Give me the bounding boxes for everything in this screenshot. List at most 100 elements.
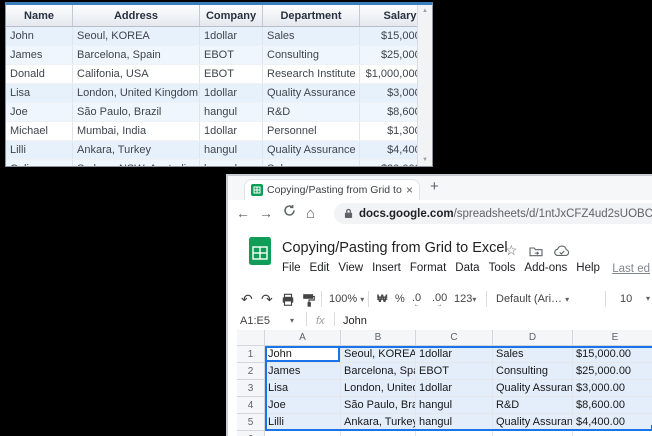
menu-item-help[interactable]: Help (576, 262, 600, 274)
sheet-cell[interactable]: $15,000.00 (573, 346, 652, 363)
sheet-cell[interactable]: Lilli (265, 414, 341, 431)
table-scrollbar[interactable]: ▲ ▼ (417, 5, 432, 166)
sheet-cell[interactable]: hangul (416, 414, 493, 431)
reload-icon[interactable] (283, 204, 296, 220)
sheet-cell[interactable]: EBOT (416, 363, 493, 380)
table-cell: Quality Assurance (263, 141, 360, 160)
sheet-row-header-2[interactable]: 2 (237, 363, 265, 380)
sheet-row-header-3[interactable]: 3 (237, 380, 265, 397)
name-box[interactable]: A1:E5 (240, 312, 270, 330)
sheet-cell[interactable]: Quality Assurance (493, 380, 573, 397)
table-row[interactable]: JoeSão Paulo, BrazilhangulR&D$8,600.00 (6, 103, 433, 122)
sheet-row-header-5[interactable]: 5 (237, 414, 265, 431)
sheet-cell[interactable] (416, 431, 493, 436)
sheets-logo-icon[interactable] (248, 236, 272, 266)
sheet-cell[interactable]: Seoul, KOREA (341, 346, 416, 363)
currency-format-button[interactable]: ₩ (377, 286, 387, 312)
table-cell: Donald (6, 65, 73, 84)
table-row[interactable]: JohnSeoul, KOREA1dollarSales$15,000.00 (6, 27, 433, 46)
cloud-status-icon[interactable] (554, 244, 570, 260)
menu-item-format[interactable]: Format (410, 262, 446, 274)
address-bar[interactable]: docs.google.com/spreadsheets/d/1ntJxCFZ4… (334, 203, 652, 224)
menu-item-view[interactable]: View (338, 262, 363, 274)
sheet-cell[interactable]: hangul (416, 397, 493, 414)
sheet-cell[interactable]: 1dollar (416, 380, 493, 397)
sheet-cell[interactable]: $4,400.00 (573, 414, 652, 431)
table-row-partial[interactable]: CelineSydney, NSW, AustraliahangulSales$… (6, 160, 433, 168)
grid-column-header[interactable]: Name (6, 5, 73, 27)
new-tab-icon[interactable]: + (430, 178, 439, 195)
sheet-cell[interactable]: R&D (493, 397, 573, 414)
scroll-down-icon[interactable]: ▼ (418, 154, 432, 166)
sheet-cell[interactable] (265, 431, 341, 436)
redo-icon[interactable]: ↷ (261, 286, 273, 312)
menu-item-insert[interactable]: Insert (372, 262, 401, 274)
document-title[interactable]: Copying/Pasting from Grid to Excel (282, 240, 508, 256)
sheet-cell[interactable]: London, United Kingdom (341, 380, 416, 397)
sheet-cell[interactable]: $25,000.00 (573, 363, 652, 380)
sheet-cell[interactable]: São Paulo, Brazil (341, 397, 416, 414)
select-all-corner[interactable] (237, 330, 265, 346)
sheet-cell[interactable]: Lisa (265, 380, 341, 397)
font-select[interactable]: Default (Ari… ▾ (496, 286, 592, 312)
sheet-cell[interactable]: James (265, 363, 341, 380)
table-row[interactable]: LisaLondon, United Kingdom1dollarQuality… (6, 84, 433, 103)
table-cell: Barcelona, Spain (73, 46, 200, 65)
menu-item-addons[interactable]: Add-ons (524, 262, 567, 274)
formula-input[interactable]: John (343, 312, 367, 330)
sheet-cell[interactable]: Sales (493, 346, 573, 363)
sheet-col-header-C[interactable]: C (416, 330, 493, 346)
sheet-cell[interactable]: Barcelona, Spain (341, 363, 416, 380)
menu-item-file[interactable]: File (282, 262, 301, 274)
increase-decimal-button[interactable]: .00→ (432, 293, 447, 310)
star-icon[interactable]: ☆ (505, 242, 518, 259)
sheet-cell[interactable]: $8,600.00 (573, 397, 652, 414)
grid-column-header[interactable]: Department (263, 5, 360, 27)
sheet-row-header-4[interactable]: 4 (237, 397, 265, 414)
last-edit-link[interactable]: Last ed (612, 263, 650, 275)
back-icon[interactable]: ← (236, 205, 250, 221)
menu-item-tools[interactable]: Tools (489, 262, 516, 274)
scroll-up-icon[interactable]: ▲ (418, 5, 432, 17)
sheet-cell[interactable] (341, 431, 416, 436)
print-icon[interactable] (281, 287, 295, 313)
sheet-cell[interactable] (493, 431, 573, 436)
home-icon[interactable]: ⌂ (306, 205, 315, 222)
sheet-cell[interactable]: Ankara, Turkey (341, 414, 416, 431)
sheet-row-header-6[interactable]: 6 (237, 431, 265, 436)
table-row[interactable]: MichaelMumbai, India1dollarPersonnel$1,3… (6, 122, 433, 141)
grid-column-header[interactable]: Company (200, 5, 263, 27)
sheet-row: 1JohnSeoul, KOREA1dollarSales$15,000.00 (237, 346, 652, 363)
sheet-row-header-1[interactable]: 1 (237, 346, 265, 363)
paint-format-icon[interactable] (302, 287, 316, 313)
sheet-cell[interactable] (573, 431, 652, 436)
font-size-dropdown-icon[interactable]: ▾ (646, 286, 650, 312)
sheet-cell[interactable]: Quality Assurance (493, 414, 573, 431)
undo-icon[interactable]: ↶ (241, 286, 253, 312)
sheet-cell[interactable]: $3,000.00 (573, 380, 652, 397)
table-row[interactable]: DonaldCalifonia, USAEBOTResearch Institu… (6, 65, 433, 84)
zoom-select[interactable]: 100% ▾ (329, 286, 364, 312)
font-size-select[interactable]: 10 (620, 286, 632, 312)
tab-close-icon[interactable]: × (406, 184, 413, 196)
table-row[interactable]: JamesBarcelona, SpainEBOTConsulting$25,0… (6, 46, 433, 65)
percent-format-button[interactable]: % (395, 286, 405, 312)
sheet-cell[interactable]: 1dollar (416, 346, 493, 363)
menu-item-data[interactable]: Data (455, 262, 479, 274)
browser-tab[interactable]: Copying/Pasting from Grid to E × (244, 179, 420, 200)
sheet-col-header-A[interactable]: A (265, 330, 341, 346)
grid-column-header[interactable]: Address (73, 5, 200, 27)
decrease-decimal-button[interactable]: .0← (412, 293, 421, 310)
sheet-cell[interactable]: Consulting (493, 363, 573, 380)
sheet-cell[interactable]: John (265, 346, 341, 363)
table-row[interactable]: LilliAnkara, TurkeyhangulQuality Assuran… (6, 141, 433, 160)
sheet-col-header-D[interactable]: D (493, 330, 573, 346)
move-to-folder-icon[interactable] (529, 244, 543, 260)
more-formats-button[interactable]: 123▾ (454, 286, 476, 312)
sheet-cell[interactable]: Joe (265, 397, 341, 414)
menu-item-edit[interactable]: Edit (310, 262, 330, 274)
name-box-dropdown-icon[interactable]: ▾ (290, 312, 294, 330)
sheet-col-header-E[interactable]: E (573, 330, 652, 346)
forward-icon[interactable]: → (259, 205, 273, 221)
sheet-col-header-B[interactable]: B (341, 330, 416, 346)
